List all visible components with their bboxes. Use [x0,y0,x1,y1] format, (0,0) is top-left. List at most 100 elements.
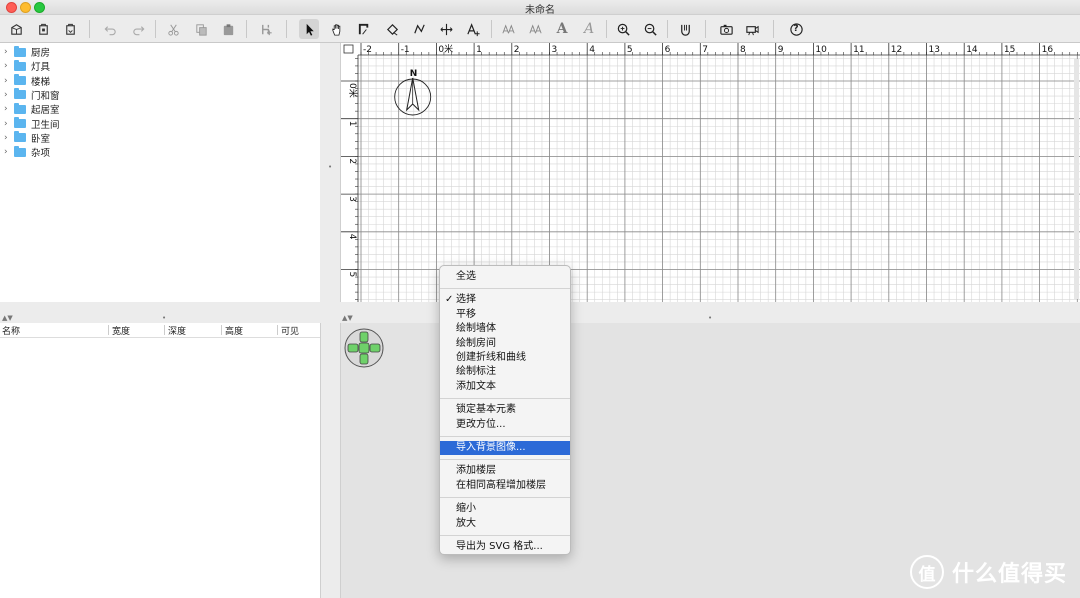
vsplit-dot-icon[interactable]: • [328,163,332,171]
menu-item-label: 全选 [456,271,476,282]
menu-separator [440,535,570,536]
menu-item[interactable]: 平移 [440,308,570,322]
catalog-category[interactable]: › 楼梯 [4,74,50,88]
disclosure-chevron-icon[interactable]: › [4,104,14,114]
help-icon[interactable]: ? [786,19,806,39]
3d-view-icon[interactable] [675,19,695,39]
furniture-table: 名称 宽度 深度 高度 可见 [0,323,321,598]
new-home-icon[interactable] [6,19,26,39]
menu-item[interactable]: 放大 [440,517,570,531]
add-furniture-icon[interactable] [256,19,276,39]
x-ruler-label: 8 [740,45,746,55]
vertical-splitter[interactable]: • [320,43,340,598]
add-text-icon[interactable] [463,19,483,39]
bold-icon[interactable]: A [552,19,572,39]
catalog-category[interactable]: › 厨房 [4,45,50,59]
catalog-category-label: 门和窗 [31,90,60,102]
menu-item-label: 绘制墙体 [456,323,496,335]
create-walls-icon[interactable] [354,19,374,39]
menu-item[interactable]: 绘制标注 [440,365,570,379]
menu-item[interactable]: 缩小 [440,502,570,516]
context-menu: 全选 ✓ 选择 平移 绘制墙体 绘制房间 创建折线和曲线 绘制标注 添加文本 锁定基本元素 更改方位… [439,265,571,555]
col-height[interactable]: 高度 [225,324,243,337]
italic-icon[interactable]: A [579,19,599,39]
disclosure-chevron-icon[interactable]: › [4,76,14,86]
menu-separator [440,288,570,290]
x-ruler-label: 4 [589,45,595,55]
toolbar: A A ? [0,15,1080,43]
catalog-category[interactable]: › 起居室 [4,102,60,116]
create-dimensions-icon[interactable] [436,19,456,39]
catalog-category[interactable]: › 卫生间 [4,117,60,131]
checkmark-icon: ✓ [445,294,454,306]
disclosure-chevron-icon[interactable]: › [4,147,14,157]
catalog-category-label: 厨房 [31,48,51,59]
watermark-logo: 值 [910,555,944,589]
create-polylines-icon[interactable] [409,19,429,39]
paste-icon[interactable] [218,19,238,39]
x-ruler-label: 2 [514,45,520,55]
watermark: 值 什么值得买 [910,555,1067,589]
catalog-category[interactable]: › 杂项 [4,145,50,159]
folder-icon [14,59,26,71]
menu-item[interactable]: 锁定基本元素 [440,403,570,417]
window-titlebar: 未命名 [0,0,1080,16]
zoom-out-icon[interactable] [640,19,660,39]
menu-item[interactable]: 在相同高程增加楼层 [440,479,570,493]
photo-icon[interactable] [716,19,736,39]
disclosure-chevron-icon[interactable]: › [4,119,14,129]
menu-separator [440,436,570,437]
menu-item[interactable]: 创建折线和曲线 [440,351,570,365]
menu-item[interactable]: 绘制墙体 [440,322,570,336]
split-dot-icon[interactable]: • [162,314,166,322]
col-width[interactable]: 宽度 [112,324,130,337]
catalog-category[interactable]: › 灯具 [4,59,50,73]
menu-item[interactable]: 导出为 SVG 格式... [440,540,570,554]
col-visible[interactable]: 可见 [281,324,299,337]
menu-item-label: 选择 [456,294,476,306]
compass-north-label: N [410,69,418,79]
menu-item[interactable]: 绘制房间 [440,337,570,351]
pan-hand-icon[interactable] [327,19,347,39]
disclosure-chevron-icon[interactable]: › [4,133,14,143]
redo-icon[interactable] [128,19,148,39]
disclosure-chevron-icon[interactable]: › [4,47,14,57]
italic-glyph: A [583,21,595,37]
disclosure-chevron-icon[interactable]: › [4,61,14,71]
text-style-icon[interactable] [498,19,518,39]
copy-icon[interactable] [191,19,211,39]
menu-item[interactable]: ✓ 选择 [440,293,570,307]
right-split-arrows-icon[interactable]: ▲▼ [342,314,353,322]
plan-grid[interactable]: -2 -1 0米 1 2 3 4 5 6 7 8 9 10 11 12 13 14 15 160米12345N [341,43,1080,302]
y-ruler-label: 2 [347,158,357,164]
menu-item-label: 更改方位... [456,418,506,430]
open-icon[interactable] [33,19,53,39]
menu-item[interactable]: 添加楼层 [440,464,570,478]
menu-item[interactable]: 全选 [440,270,570,284]
menu-item[interactable]: 更改方位... [440,418,570,432]
plan-view[interactable]: -2 -1 0米 1 2 3 4 5 6 7 8 9 10 11 12 13 14 15 16 0米 1 2 3 4 5 N [340,43,1080,302]
catalog-category[interactable]: › 卧室 [4,131,50,145]
disclosure-chevron-icon[interactable]: › [4,90,14,100]
save-icon[interactable] [60,19,80,39]
text-style-2-icon[interactable] [525,19,545,39]
menu-item-label: 添加文本 [456,380,496,392]
zoom-in-icon[interactable] [613,19,633,39]
cut-icon[interactable] [163,19,183,39]
x-ruler-label: 5 [627,45,633,55]
menu-item[interactable]: 添加文本 [440,380,570,394]
catalog-category-label: 灯具 [31,62,51,74]
col-name[interactable]: 名称 [2,324,20,337]
right-split-dot-icon[interactable]: • [708,314,712,322]
create-rooms-icon[interactable] [382,19,402,39]
split-arrows-icon[interactable]: ▲▼ [2,314,13,322]
video-icon[interactable] [742,19,762,39]
left-splitter[interactable]: ▲▼ • [0,314,320,323]
navigation-pad[interactable] [344,328,384,368]
menu-item[interactable]: 导入背景图像... [440,441,570,455]
col-depth[interactable]: 深度 [168,324,186,337]
catalog-category[interactable]: › 门和窗 [4,88,60,102]
furniture-table-header: 名称 宽度 深度 高度 可见 [0,323,320,338]
select-arrow-icon[interactable] [299,19,319,39]
undo-icon[interactable] [100,19,120,39]
